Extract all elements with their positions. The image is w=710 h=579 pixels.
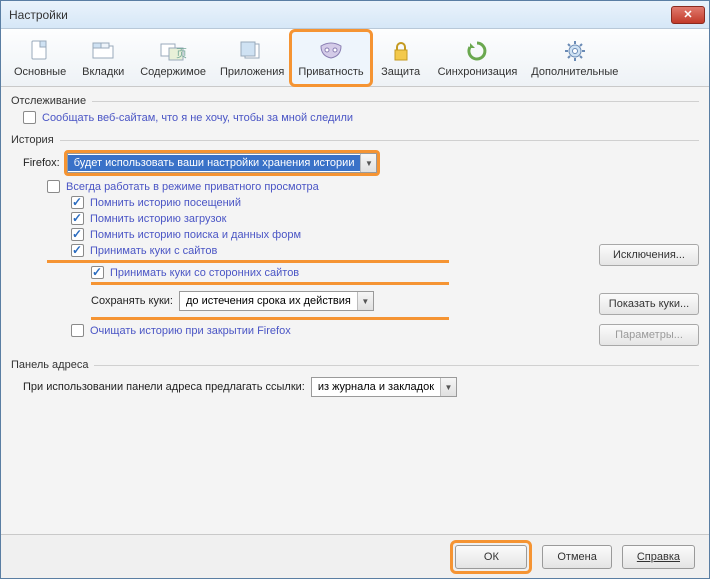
params-button: Параметры...	[599, 324, 699, 346]
clear-on-close-checkbox[interactable]	[71, 324, 84, 337]
svg-text:页: 页	[176, 48, 187, 60]
chevron-down-icon: ▼	[357, 292, 373, 310]
lock-icon	[385, 37, 417, 65]
history-mode-dropdown[interactable]: будет использовать ваши настройки хранен…	[67, 153, 378, 173]
tab-label: Содержимое	[140, 66, 206, 78]
tab-label: Вкладки	[82, 66, 124, 78]
addressbar-suggest-dropdown[interactable]: из журнала и закладок ▼	[311, 377, 457, 397]
keep-cookies-dropdown[interactable]: до истечения срока их действия ▼	[179, 291, 374, 311]
tab-tabs[interactable]: Вкладки	[73, 31, 133, 85]
content-area: Отслеживание Сообщать веб-сайтам, что я …	[1, 87, 709, 534]
divider	[92, 101, 699, 102]
dropdown-value: будет использовать ваши настройки хранен…	[68, 155, 361, 171]
dropdown-value: до истечения срока их действия	[180, 293, 357, 309]
gear-icon	[559, 37, 591, 65]
tracking-dnt-row: Сообщать веб-сайтам, что я не хочу, чтоб…	[23, 111, 699, 124]
close-button[interactable]: ✕	[671, 6, 705, 24]
help-label: Справка	[637, 551, 680, 563]
group-title: Отслеживание	[11, 95, 86, 107]
help-button[interactable]: Справка	[622, 545, 695, 569]
mask-icon	[315, 37, 347, 65]
ok-button[interactable]: ОК	[455, 545, 527, 569]
addressbar-row: При использовании панели адреса предлага…	[23, 377, 699, 397]
remember-visits-label: Помнить историю посещений	[90, 197, 241, 209]
firefox-label: Firefox:	[23, 157, 60, 169]
addressbar-label: При использовании панели адреса предлага…	[23, 381, 305, 393]
highlight-box: ОК	[450, 540, 532, 574]
always-private-checkbox[interactable]	[47, 180, 60, 193]
accept-cookies-label: Принимать куки с сайтов	[90, 245, 217, 257]
settings-window: Настройки ✕ Основные Вкладки 页 Содержимо…	[0, 0, 710, 579]
titlebar: Настройки ✕	[1, 1, 709, 29]
group-title: Панель адреса	[11, 359, 88, 371]
tab-label: Приватность	[298, 66, 363, 78]
accept-cookies-checkbox[interactable]	[71, 244, 84, 257]
accept-third-checkbox[interactable]	[91, 266, 104, 279]
remember-downloads-checkbox[interactable]	[71, 212, 84, 225]
history-mode-row: Firefox: будет использовать ваши настрой…	[23, 150, 699, 176]
tab-label: Основные	[14, 66, 66, 78]
highlight-rule	[91, 282, 449, 285]
always-private-row: Всегда работать в режиме приватного прос…	[47, 180, 699, 193]
tab-advanced[interactable]: Дополнительные	[524, 31, 625, 85]
group-addressbar: Панель адреса	[11, 359, 699, 371]
group-tracking: Отслеживание	[11, 95, 699, 107]
remember-forms-checkbox[interactable]	[71, 228, 84, 241]
dnt-label: Сообщать веб-сайтам, что я не хочу, чтоб…	[42, 112, 353, 124]
remember-downloads-row: Помнить историю загрузок	[71, 212, 699, 225]
content-icon: 页	[157, 37, 189, 65]
remember-downloads-label: Помнить историю загрузок	[90, 213, 226, 225]
dropdown-value: из журнала и закладок	[312, 379, 440, 395]
page-icon	[24, 37, 56, 65]
accept-third-label: Принимать куки со сторонних сайтов	[110, 267, 299, 279]
tab-label: Синхронизация	[438, 66, 518, 78]
tab-general[interactable]: Основные	[7, 31, 73, 85]
tabs-toolbar: Основные Вкладки 页 Содержимое Приложения…	[1, 29, 709, 87]
exceptions-button[interactable]: Исключения...	[599, 244, 699, 266]
window-title: Настройки	[9, 8, 671, 22]
tab-label: Приложения	[220, 66, 284, 78]
dnt-checkbox[interactable]	[23, 111, 36, 124]
show-cookies-button[interactable]: Показать куки...	[599, 293, 699, 315]
remember-visits-checkbox[interactable]	[71, 196, 84, 209]
group-title: История	[11, 134, 54, 146]
tabs-icon	[87, 37, 119, 65]
tab-apps[interactable]: Приложения	[213, 31, 291, 85]
chevron-down-icon: ▼	[360, 154, 376, 172]
sync-icon	[461, 37, 493, 65]
tab-privacy[interactable]: Приватность	[291, 31, 370, 85]
highlight-rule	[91, 317, 449, 320]
chevron-down-icon: ▼	[440, 378, 456, 396]
footer: ОК Отмена Справка	[1, 534, 709, 578]
cancel-button[interactable]: Отмена	[542, 545, 611, 569]
keep-cookies-label: Сохранять куки:	[91, 295, 173, 307]
always-private-label: Всегда работать в режиме приватного прос…	[66, 181, 319, 193]
tab-content[interactable]: 页 Содержимое	[133, 31, 213, 85]
group-history: История	[11, 134, 699, 146]
tab-label: Дополнительные	[531, 66, 618, 78]
highlight-rule	[47, 260, 449, 263]
remember-forms-label: Помнить историю поиска и данных форм	[90, 229, 301, 241]
highlight-box: будет использовать ваши настройки хранен…	[64, 150, 381, 176]
divider	[60, 140, 699, 141]
clear-on-close-label: Очищать историю при закрытии Firefox	[90, 325, 291, 337]
apps-icon	[236, 37, 268, 65]
tab-label: Защита	[381, 66, 420, 78]
divider	[94, 365, 699, 366]
close-icon: ✕	[683, 8, 692, 21]
accept-third-row: Принимать куки со сторонних сайтов	[91, 266, 699, 279]
tab-sync[interactable]: Синхронизация	[431, 31, 525, 85]
remember-visits-row: Помнить историю посещений	[71, 196, 699, 209]
tab-security[interactable]: Защита	[371, 31, 431, 85]
remember-forms-row: Помнить историю поиска и данных форм	[71, 228, 699, 241]
